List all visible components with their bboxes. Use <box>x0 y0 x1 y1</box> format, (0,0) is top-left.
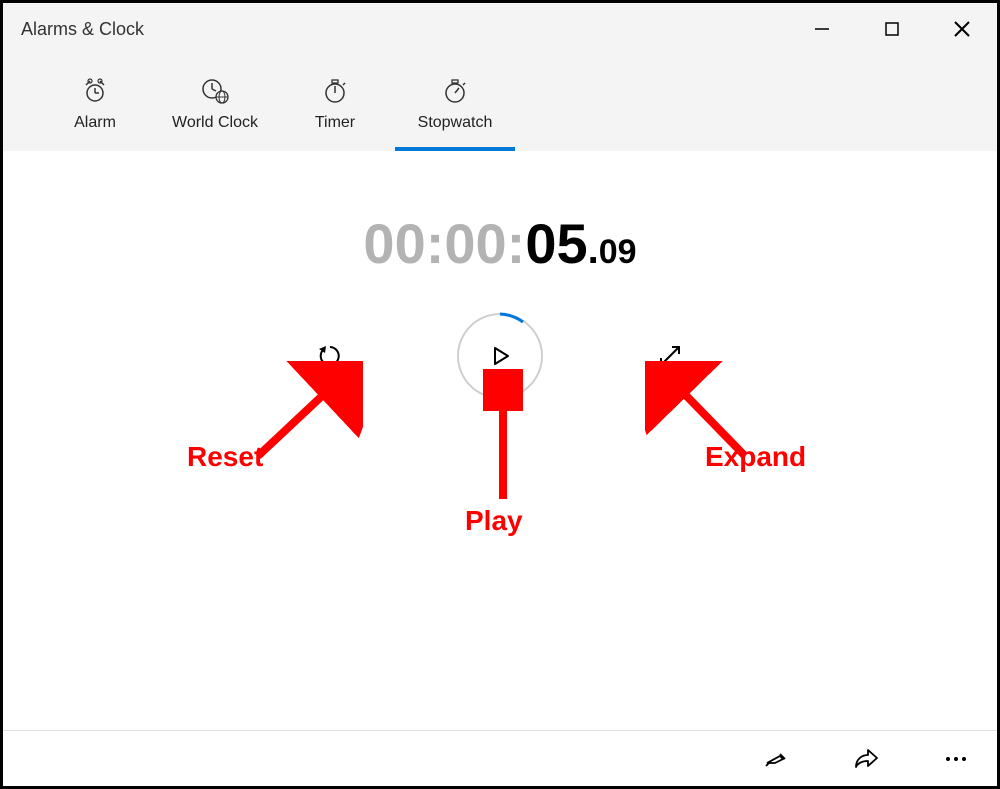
tab-stopwatch[interactable]: Stopwatch <box>395 55 515 151</box>
time-hours: 00 <box>363 212 425 275</box>
tab-timer[interactable]: Timer <box>275 55 395 151</box>
window-controls <box>787 3 997 55</box>
minimize-icon <box>813 20 831 38</box>
close-icon <box>952 19 972 39</box>
annotation-label-play: Play <box>465 505 523 537</box>
annotation-label-expand: Expand <box>705 441 806 473</box>
time-display: 00:00:05.09 <box>3 211 997 276</box>
tab-alarm-label: Alarm <box>74 114 116 132</box>
time-sep-1: : <box>426 212 445 275</box>
app-window: Alarms & Clock <box>0 0 1000 789</box>
tab-timer-label: Timer <box>315 114 355 132</box>
alarm-icon <box>81 77 109 105</box>
annotation-label-reset: Reset <box>187 441 263 473</box>
close-button[interactable] <box>927 3 997 55</box>
timer-icon <box>321 77 349 105</box>
tab-bar: Alarm World Clock <box>3 55 997 151</box>
share-button[interactable] <box>841 739 891 779</box>
more-icon <box>943 754 969 764</box>
bottom-command-bar <box>3 730 997 786</box>
time-dot: . <box>588 228 599 272</box>
tab-stopwatch-label: Stopwatch <box>418 114 493 132</box>
time-minutes: 00 <box>444 212 506 275</box>
time-centiseconds: 09 <box>599 233 637 271</box>
pin-icon <box>763 746 789 772</box>
title-bar: Alarms & Clock <box>3 3 997 55</box>
stopwatch-panel: 00:00:05.09 <box>3 151 997 730</box>
time-seconds: 05 <box>525 212 587 275</box>
app-title: Alarms & Clock <box>21 19 144 40</box>
tab-world-clock[interactable]: World Clock <box>155 55 275 151</box>
annotation-arrow-play <box>483 369 523 509</box>
tab-alarm[interactable]: Alarm <box>35 55 155 151</box>
maximize-button[interactable] <box>857 3 927 55</box>
world-clock-icon <box>200 77 230 105</box>
tab-world-clock-label: World Clock <box>172 114 258 132</box>
share-icon <box>852 747 880 771</box>
time-sep-2: : <box>507 212 526 275</box>
stopwatch-icon <box>441 77 469 105</box>
more-button[interactable] <box>931 739 981 779</box>
pin-button[interactable] <box>751 739 801 779</box>
minimize-button[interactable] <box>787 3 857 55</box>
maximize-icon <box>883 20 901 38</box>
